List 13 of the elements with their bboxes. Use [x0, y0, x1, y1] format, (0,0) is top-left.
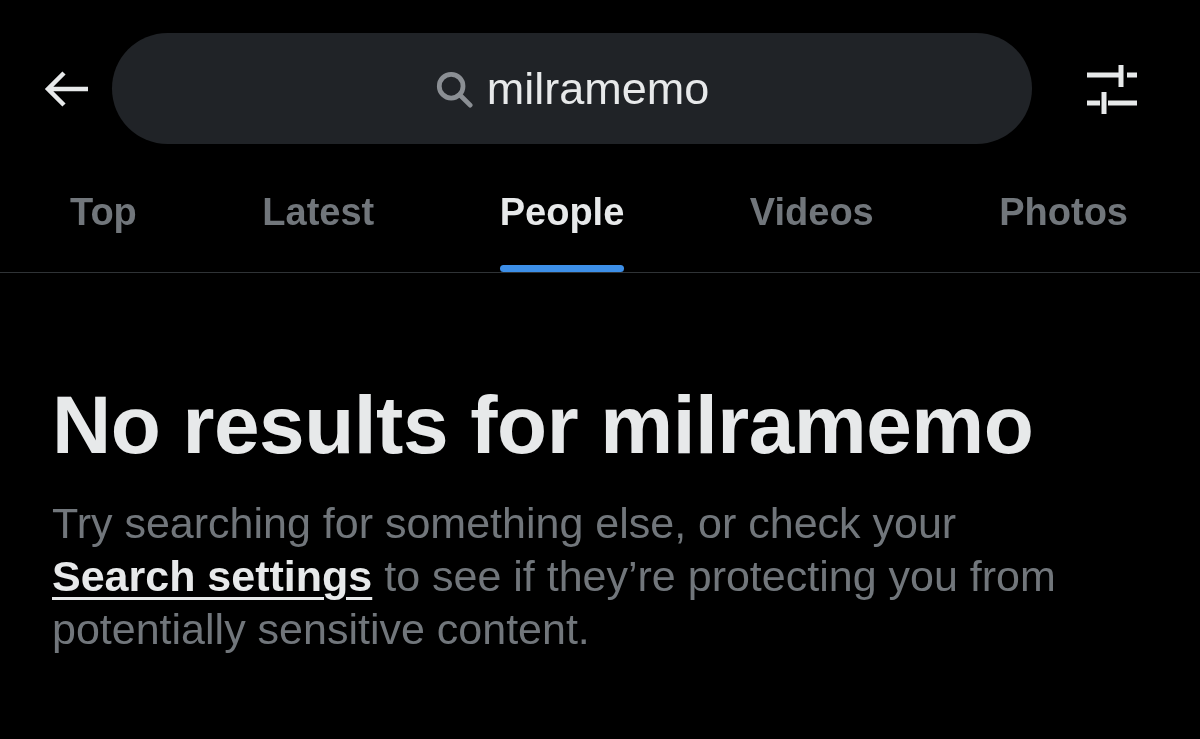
tab[interactable]: People: [487, 177, 637, 272]
tab[interactable]: Latest: [250, 177, 387, 272]
no-results-message: Try searching for something else, or check your Search settings to see if they’re protecting you from potentially sensitive content.: [52, 498, 1057, 655]
tab[interactable]: Videos: [737, 177, 886, 272]
tab[interactable]: Top: [58, 177, 149, 272]
no-results-heading: No results for milramemo: [52, 379, 1035, 471]
search-icon: [434, 69, 473, 108]
back-arrow-icon: [44, 68, 90, 109]
search-settings-link[interactable]: Search settings: [52, 552, 373, 600]
sliders-icon: [1085, 62, 1137, 115]
tab[interactable]: Photos: [987, 177, 1140, 272]
search-field[interactable]: milramemo: [112, 33, 1032, 144]
filter-button[interactable]: [1085, 62, 1137, 115]
